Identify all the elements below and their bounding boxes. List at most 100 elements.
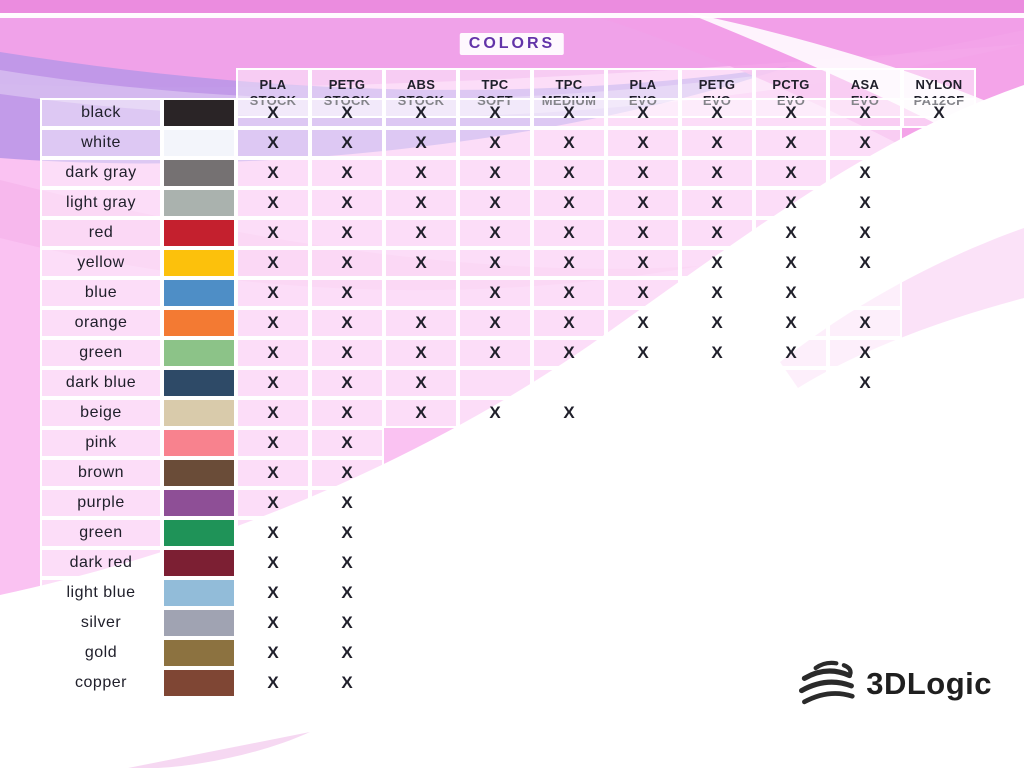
empty-cell bbox=[902, 368, 976, 398]
availability-cell: X bbox=[236, 308, 310, 338]
availability-cell: X bbox=[606, 158, 680, 188]
row-label: dark red bbox=[40, 548, 162, 578]
empty-cell bbox=[606, 458, 680, 488]
availability-cell: X bbox=[754, 278, 828, 308]
color-swatch bbox=[162, 668, 236, 698]
availability-cell: X bbox=[310, 278, 384, 308]
availability-cell: X bbox=[532, 128, 606, 158]
row-label: black bbox=[40, 98, 162, 128]
empty-cell bbox=[828, 518, 902, 548]
empty-cell bbox=[680, 608, 754, 638]
availability-cell: X bbox=[754, 338, 828, 368]
availability-cell: X bbox=[236, 98, 310, 128]
row-label: copper bbox=[40, 668, 162, 698]
empty-cell bbox=[532, 428, 606, 458]
page-title: COLORS bbox=[460, 33, 564, 55]
empty-cell bbox=[458, 548, 532, 578]
availability-cell bbox=[680, 368, 754, 398]
availability-cell: X bbox=[532, 338, 606, 368]
row-label: purple bbox=[40, 488, 162, 518]
color-swatch bbox=[162, 518, 236, 548]
availability-cell: X bbox=[680, 308, 754, 338]
availability-cell: X bbox=[680, 218, 754, 248]
empty-cell bbox=[828, 398, 902, 428]
availability-cell: X bbox=[606, 98, 680, 128]
empty-cell bbox=[606, 668, 680, 698]
availability-cell: X bbox=[828, 338, 902, 368]
availability-cell: X bbox=[680, 128, 754, 158]
row-label: gold bbox=[40, 638, 162, 668]
availability-cell: X bbox=[828, 218, 902, 248]
empty-cell bbox=[532, 548, 606, 578]
availability-cell: X bbox=[458, 338, 532, 368]
empty-cell bbox=[680, 578, 754, 608]
availability-cell bbox=[532, 368, 606, 398]
availability-cell: X bbox=[236, 158, 310, 188]
availability-cell: X bbox=[532, 398, 606, 428]
color-swatch bbox=[162, 278, 236, 308]
availability-cell: X bbox=[236, 638, 310, 668]
empty-cell bbox=[606, 398, 680, 428]
empty-cell bbox=[606, 518, 680, 548]
availability-cell: X bbox=[310, 158, 384, 188]
availability-cell: X bbox=[384, 188, 458, 218]
availability-cell: X bbox=[902, 98, 976, 128]
availability-cell: X bbox=[236, 428, 310, 458]
availability-cell: X bbox=[606, 278, 680, 308]
availability-cell: X bbox=[606, 188, 680, 218]
color-swatch bbox=[162, 608, 236, 638]
availability-cell: X bbox=[236, 398, 310, 428]
availability-cell: X bbox=[532, 188, 606, 218]
color-swatch bbox=[162, 548, 236, 578]
row-label: orange bbox=[40, 308, 162, 338]
empty-cell bbox=[532, 608, 606, 638]
availability-cell: X bbox=[236, 518, 310, 548]
empty-cell bbox=[384, 458, 458, 488]
empty-cell bbox=[902, 398, 976, 428]
empty-cell bbox=[680, 638, 754, 668]
empty-cell bbox=[902, 458, 976, 488]
color-swatch bbox=[162, 158, 236, 188]
empty-cell bbox=[680, 518, 754, 548]
availability-cell: X bbox=[828, 158, 902, 188]
availability-cell: X bbox=[310, 518, 384, 548]
color-swatch bbox=[162, 458, 236, 488]
empty-cell bbox=[828, 458, 902, 488]
color-swatch bbox=[162, 578, 236, 608]
availability-cell: X bbox=[236, 548, 310, 578]
availability-cell: X bbox=[310, 188, 384, 218]
availability-cell: X bbox=[310, 428, 384, 458]
availability-cell: X bbox=[384, 248, 458, 278]
empty-cell bbox=[384, 608, 458, 638]
availability-cell: X bbox=[236, 488, 310, 518]
availability-cell: X bbox=[680, 158, 754, 188]
color-swatch bbox=[162, 248, 236, 278]
color-swatch bbox=[162, 218, 236, 248]
empty-cell bbox=[754, 518, 828, 548]
empty-cell bbox=[680, 488, 754, 518]
empty-cell bbox=[606, 428, 680, 458]
availability-cell: X bbox=[236, 608, 310, 638]
empty-cell bbox=[384, 638, 458, 668]
availability-cell: X bbox=[754, 128, 828, 158]
empty-cell bbox=[902, 338, 976, 368]
availability-cell: X bbox=[384, 98, 458, 128]
row-label: pink bbox=[40, 428, 162, 458]
empty-cell bbox=[902, 128, 976, 158]
availability-cell: X bbox=[828, 368, 902, 398]
availability-cell: X bbox=[828, 308, 902, 338]
availability-cell: X bbox=[754, 188, 828, 218]
availability-cell: X bbox=[606, 128, 680, 158]
availability-cell: X bbox=[680, 188, 754, 218]
color-swatch bbox=[162, 308, 236, 338]
empty-cell bbox=[458, 518, 532, 548]
empty-cell bbox=[754, 458, 828, 488]
row-label: beige bbox=[40, 398, 162, 428]
empty-cell bbox=[902, 608, 976, 638]
logo-text: 3DLogic bbox=[866, 666, 992, 702]
availability-cell: X bbox=[310, 128, 384, 158]
empty-cell bbox=[828, 548, 902, 578]
availability-cell: X bbox=[828, 248, 902, 278]
availability-cell: X bbox=[458, 398, 532, 428]
empty-cell bbox=[384, 488, 458, 518]
